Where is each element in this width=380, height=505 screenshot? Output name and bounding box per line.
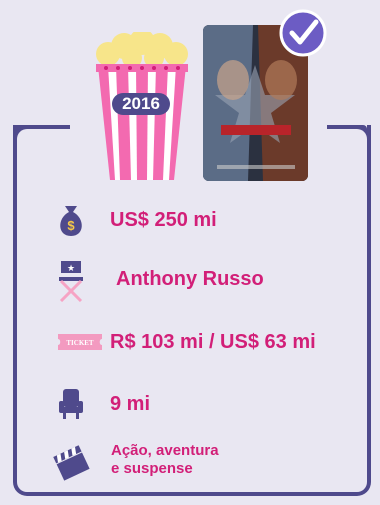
director-name: Anthony Russo xyxy=(116,268,264,290)
genre-line-1: Ação, aventura xyxy=(111,442,219,459)
money-bag-icon: $ xyxy=(60,206,82,236)
box-office-row: TICKET R$ 103 mi / US$ 63 mi xyxy=(0,322,380,362)
director-chair-icon: ★ xyxy=(59,261,83,302)
year-badge: 2016 xyxy=(112,93,170,115)
checkmark-badge-icon xyxy=(279,9,327,57)
genre-line-2: e suspense xyxy=(111,460,193,477)
ticket-label: TICKET xyxy=(66,339,94,347)
director-row: ★ Anthony Russo xyxy=(0,258,380,302)
clapperboard-icon xyxy=(53,445,90,481)
frame-top-left xyxy=(13,125,70,129)
genre-row: Ação, aventura e suspense xyxy=(0,436,380,486)
svg-text:★: ★ xyxy=(67,264,75,274)
cinema-seat-icon xyxy=(59,389,83,419)
budget-value: US$ 250 mi xyxy=(110,209,217,231)
audience-value: 9 mi xyxy=(110,393,151,415)
ticket-icon: TICKET xyxy=(58,334,102,350)
svg-text:$: $ xyxy=(67,218,75,233)
budget-row: $ US$ 250 mi xyxy=(0,200,380,240)
audience-row: 9 mi xyxy=(0,383,380,423)
box-office-value: R$ 103 mi / US$ 63 mi xyxy=(110,331,316,353)
